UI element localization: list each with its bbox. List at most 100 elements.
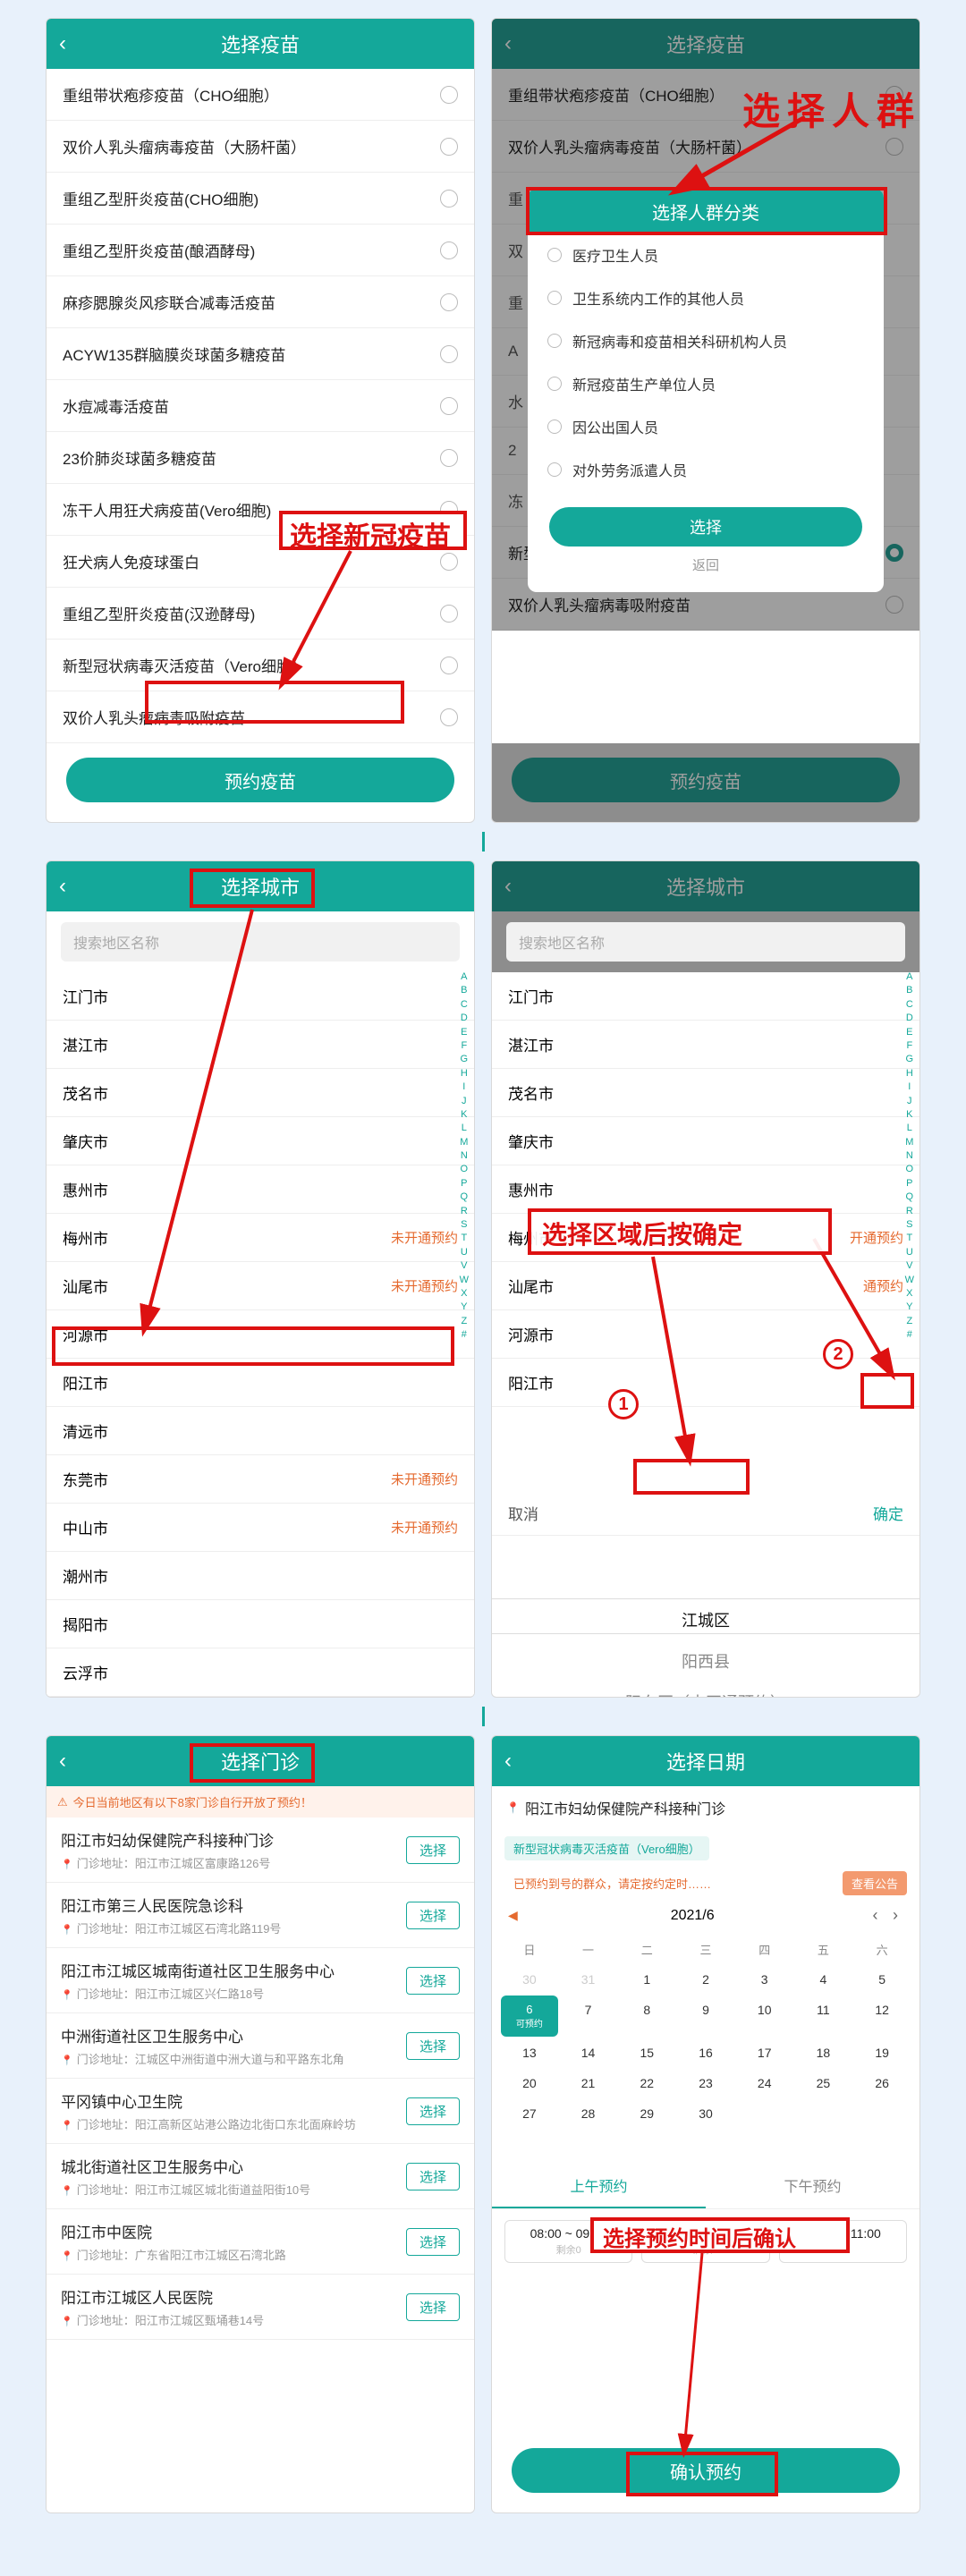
calendar-day[interactable]: 11 [795,1996,852,2037]
city-row[interactable]: 梅州市未开通预约 [47,1214,474,1262]
select-clinic-button[interactable]: 选择 [406,2097,460,2125]
calendar-grid[interactable]: 日一二三四五六3031123456可预约78910111213141516171… [492,1932,919,2137]
back-icon[interactable]: ‹ [59,19,66,69]
city-row[interactable]: 揭阳市 [47,1600,474,1648]
city-row[interactable]: 清远市 [47,1407,474,1455]
city-row[interactable]: 汕尾市未开通预约 [47,1262,474,1310]
city-row[interactable]: 潮州市 [47,1552,474,1600]
picker-option[interactable]: 阳东区（未开通预约） [492,1682,919,1697]
alpha-index[interactable]: ABCDEFGHIJKLMNOPQRSTUVWXYZ# [458,969,470,1344]
vaccine-row[interactable]: ACYW135群脑膜炎球菌多糖疫苗 [47,328,474,380]
city-row[interactable]: 江门市 [47,972,474,1021]
calendar-day[interactable]: 14 [560,2038,617,2067]
calendar-day[interactable]: 13 [501,2038,558,2067]
reserve-button[interactable]: 预约疫苗 [66,758,454,802]
city-row[interactable]: 江门市 [492,972,919,1021]
city-row[interactable]: 湛江市 [47,1021,474,1069]
calendar-day[interactable]: 29 [618,2099,675,2128]
picker-wheel[interactable]: 江城区阳西县阳东区（未开通预约） [492,1536,919,1697]
group-option[interactable]: 新冠疫苗生产单位人员 [528,362,884,405]
notice-button[interactable]: 查看公告 [843,1871,907,1895]
calendar-day[interactable]: 4 [795,1965,852,1994]
modal-select-button[interactable]: 选择 [549,507,862,547]
vaccine-row[interactable]: 重组乙型肝炎疫苗(汉逊酵母) [47,588,474,640]
vaccine-row[interactable]: 新型冠状病毒灭活疫苗（Vero细胞） [47,640,474,691]
city-row[interactable]: 惠州市 [47,1165,474,1214]
back-icon[interactable]: ‹ [59,861,66,911]
vaccine-row[interactable]: 重组乙型肝炎疫苗(酿酒酵母) [47,225,474,276]
calendar-day[interactable]: 26 [853,2069,911,2097]
select-clinic-button[interactable]: 选择 [406,1836,460,1864]
calendar-day[interactable]: 3 [736,1965,793,1994]
calendar-day[interactable]: 6可预约 [501,1996,558,2037]
back-icon[interactable]: ‹ [59,1736,66,1786]
search-input[interactable]: 搜索地区名称 [61,922,460,962]
group-option[interactable]: 新冠病毒和疫苗相关科研机构人员 [528,319,884,362]
calendar-day[interactable]: 24 [736,2069,793,2097]
city-row[interactable]: 中山市未开通预约 [47,1504,474,1552]
city-row[interactable]: 惠州市 [492,1165,919,1214]
calendar-day[interactable]: 5 [853,1965,911,1994]
tab-am[interactable]: 上午预约 [492,2164,706,2208]
modal-back-button[interactable]: 返回 [528,555,884,574]
alpha-index[interactable]: ABCDEFGHIJKLMNOPQRSTUVWXYZ# [903,969,916,1344]
group-option[interactable]: 对外劳务派遣人员 [528,448,884,491]
city-row[interactable]: 茂名市 [492,1069,919,1117]
calendar-day[interactable]: 18 [795,2038,852,2067]
calendar-day[interactable]: 25 [795,2069,852,2097]
search-input[interactable]: 搜索地区名称 [506,922,905,962]
back-icon[interactable]: ‹ [504,19,512,69]
calendar-day[interactable]: 15 [618,2038,675,2067]
select-clinic-button[interactable]: 选择 [406,1902,460,1929]
city-row[interactable]: 肇庆市 [492,1117,919,1165]
group-option[interactable]: 卫生系统内工作的其他人员 [528,276,884,319]
calendar-day[interactable]: 21 [560,2069,617,2097]
calendar-day[interactable]: 27 [501,2099,558,2128]
city-row[interactable]: 阳江市 [492,1359,919,1407]
reserve-button[interactable]: 预约疫苗 [512,758,900,802]
city-row[interactable]: 河源市 [492,1310,919,1359]
select-clinic-button[interactable]: 选择 [406,1967,460,1995]
calendar-day[interactable]: 23 [677,2069,734,2097]
picker-option[interactable]: 阳西县 [492,1640,919,1682]
vaccine-row[interactable]: 水痘减毒活疫苗 [47,380,474,432]
next-month-icon[interactable]: › [887,1906,903,1924]
calendar-day[interactable]: 9 [677,1996,734,2037]
calendar-day[interactable]: 16 [677,2038,734,2067]
calendar-day[interactable]: 28 [560,2099,617,2128]
group-option[interactable]: 医疗卫生人员 [528,233,884,276]
group-option[interactable]: 因公出国人员 [528,405,884,448]
back-icon[interactable]: ‹ [504,1736,512,1786]
calendar-day[interactable]: 19 [853,2038,911,2067]
select-clinic-button[interactable]: 选择 [406,2032,460,2060]
calendar-day[interactable]: 17 [736,2038,793,2067]
city-row[interactable]: 肇庆市 [47,1117,474,1165]
select-clinic-button[interactable]: 选择 [406,2163,460,2190]
city-row[interactable]: 阳江市 [47,1359,474,1407]
calendar-day[interactable]: 2 [677,1965,734,1994]
back-icon[interactable]: ‹ [504,861,512,911]
vaccine-row[interactable]: 双价人乳头瘤病毒吸附疫苗 [47,691,474,743]
city-row[interactable]: 河源市 [47,1310,474,1359]
vaccine-row[interactable]: 23价肺炎球菌多糖疫苗 [47,432,474,484]
city-row[interactable]: 云浮市 [47,1648,474,1697]
vaccine-row[interactable]: 双价人乳头瘤病毒疫苗（大肠杆菌） [47,121,474,173]
vaccine-row[interactable]: 重组乙型肝炎疫苗(CHO细胞) [47,173,474,225]
vaccine-row[interactable]: 麻疹腮腺炎风疹联合减毒活疫苗 [47,276,474,328]
tab-pm[interactable]: 下午预约 [706,2164,919,2208]
calendar-day[interactable]: 1 [618,1965,675,1994]
confirm-button[interactable]: 确认预约 [512,2448,900,2493]
calendar-day[interactable]: 7 [560,1996,617,2037]
time-slot[interactable]: 10:00 ~ 11:00 [779,2220,907,2263]
city-row[interactable]: 汕尾市通预约 [492,1262,919,1310]
picker-ok[interactable]: 确定 [873,1502,903,1524]
prev-month-icon[interactable]: ‹ [868,1906,884,1924]
vaccine-row[interactable]: 重组带状疱疹疫苗（CHO细胞） [47,69,474,121]
calendar-day[interactable]: 12 [853,1996,911,2037]
calendar-day[interactable]: 10 [736,1996,793,2037]
calendar-day[interactable]: 8 [618,1996,675,2037]
select-clinic-button[interactable]: 选择 [406,2293,460,2321]
picker-cancel[interactable]: 取消 [508,1502,538,1524]
city-row[interactable]: 湛江市 [492,1021,919,1069]
calendar-day[interactable]: 30 [677,2099,734,2128]
